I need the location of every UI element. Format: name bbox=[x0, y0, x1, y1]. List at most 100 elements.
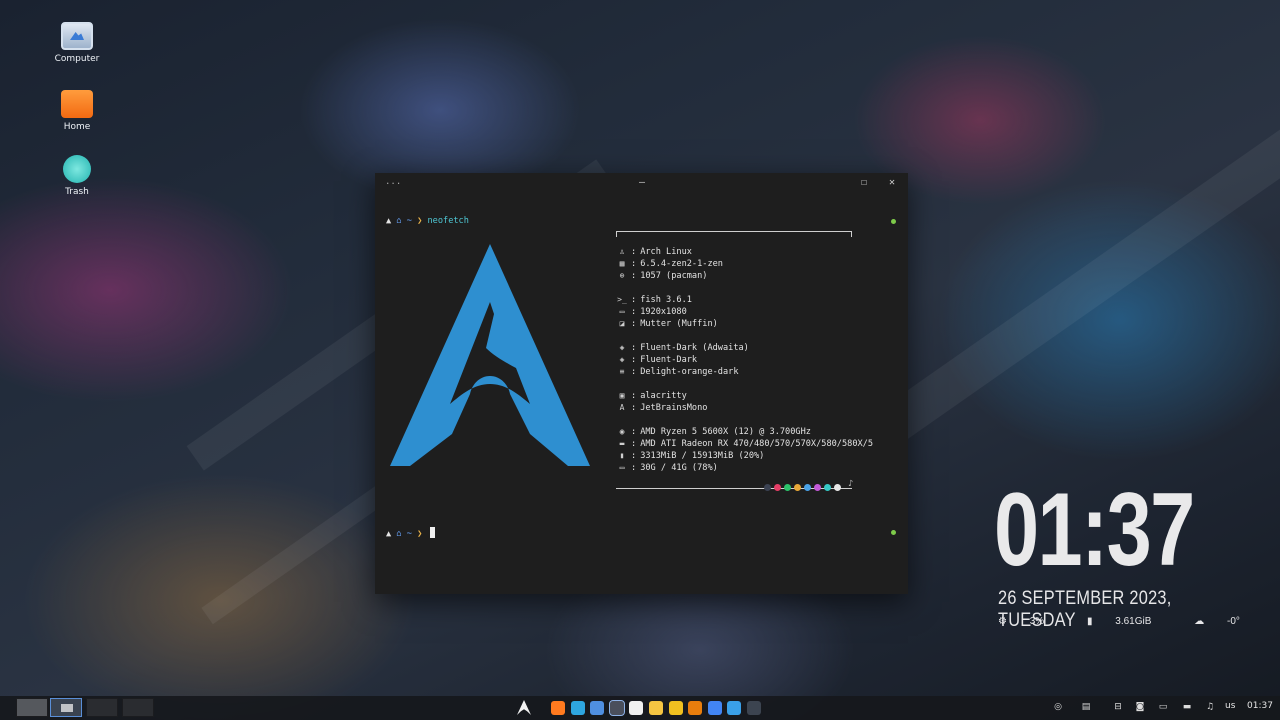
info-value: Arch Linux bbox=[640, 247, 692, 257]
video-player-icon[interactable] bbox=[727, 701, 742, 715]
info-colon: : bbox=[631, 427, 637, 437]
desktop-icon-computer[interactable]: Computer bbox=[42, 22, 112, 64]
arch-menu-icon[interactable] bbox=[517, 700, 531, 715]
display-tray-icon[interactable]: ▬ bbox=[1181, 701, 1193, 713]
home-prompt-icon: ⌂ bbox=[396, 529, 402, 539]
chrome-icon[interactable] bbox=[707, 701, 722, 715]
info-value: AMD ATI Radeon RX 470/480/570/570X/580/5… bbox=[640, 439, 874, 449]
temp-value: -0° bbox=[1226, 616, 1240, 627]
info-value: AMD Ryzen 5 5600X (12) @ 3.700GHz bbox=[640, 427, 811, 437]
info-row: ▭:1920x1080 bbox=[616, 307, 687, 319]
wm-icon: ◪ bbox=[619, 319, 625, 328]
minimize-button[interactable]: – bbox=[635, 177, 649, 188]
info-row: ♙: Arch Linux bbox=[616, 247, 692, 259]
info-value: 3313MiB / 15913MiB (20%) bbox=[640, 451, 765, 461]
gpu-icon: ▬ bbox=[619, 439, 625, 448]
info-colon: : bbox=[631, 295, 637, 305]
maximize-button[interactable]: ☐ bbox=[857, 177, 871, 188]
info-colon: : bbox=[631, 367, 637, 377]
info-row: ◈: Fluent-Dark (Adwaita) bbox=[616, 343, 749, 355]
prompt-line: ▲ ⌂ ~ ❯ neofetch bbox=[386, 216, 469, 226]
info-colon: : bbox=[631, 463, 637, 473]
info-row: ▬: AMD ATI Radeon RX 470/480/570/570X/580… bbox=[616, 439, 873, 451]
info-value: Fluent-Dark bbox=[640, 355, 698, 365]
info-row: ▣: alacritty bbox=[616, 391, 687, 403]
icons-icon: ◈ bbox=[619, 355, 625, 364]
cpu-icon: ⚙ bbox=[998, 616, 1007, 627]
desktop-icon-label: Home bbox=[63, 122, 91, 132]
music-tray-icon[interactable]: ♫ bbox=[1204, 701, 1216, 713]
text-cursor bbox=[429, 527, 435, 538]
arch-prompt-icon: ▲ bbox=[386, 529, 392, 539]
blender-icon[interactable] bbox=[688, 701, 703, 715]
prompt-separator: ❯ bbox=[417, 216, 423, 226]
notion-icon[interactable] bbox=[629, 701, 644, 715]
info-row: ◉: AMD Ryzen 5 5600X (12) @ 3.700GHz bbox=[616, 427, 811, 439]
info-row: ▦:6.5.4-zen2-1-zen bbox=[616, 259, 723, 271]
taskbar-clock[interactable]: 01:37 bbox=[1247, 701, 1273, 711]
info-value: Mutter (Muffin) bbox=[640, 319, 718, 329]
packages-icon: ⊕ bbox=[619, 271, 625, 280]
color-palette: ♪ bbox=[616, 479, 853, 493]
disk-icon: ▭ bbox=[619, 463, 625, 472]
telegram-icon[interactable] bbox=[570, 701, 585, 715]
notes-icon[interactable] bbox=[649, 701, 663, 715]
desktop-icon-trash[interactable]: Trash bbox=[42, 155, 112, 197]
background-streak bbox=[883, 120, 1280, 440]
info-row: A: JetBrainsMono bbox=[616, 403, 708, 415]
info-colon: : bbox=[631, 247, 637, 257]
firefox-icon[interactable] bbox=[551, 701, 565, 715]
workspace-3[interactable] bbox=[86, 698, 118, 717]
weather-icon: ☁ bbox=[1194, 616, 1205, 627]
palette-swatch bbox=[824, 484, 831, 491]
steam-tray-icon[interactable]: ◎ bbox=[1052, 701, 1064, 713]
home-prompt-icon: ⌂ bbox=[396, 216, 402, 226]
info-colon: : bbox=[631, 439, 637, 449]
info-row: ⊕:1057 (pacman) bbox=[616, 271, 708, 283]
palette-swatch bbox=[834, 484, 841, 491]
close-button[interactable]: ✕ bbox=[885, 177, 899, 188]
terminal-icon: ▣ bbox=[619, 391, 625, 400]
camera-tray-icon[interactable]: ◙ bbox=[1134, 701, 1146, 713]
info-value: 30G / 41G (78%) bbox=[640, 463, 718, 473]
ram-value: 3.61GiB bbox=[1115, 616, 1152, 627]
workspace-1[interactable] bbox=[16, 698, 48, 717]
taskbar: ◎ ▤ ⊟ ◙ ▭ ▬ ♫ us 01:37 bbox=[0, 696, 1280, 720]
terminal-titlebar[interactable]: ... – ☐ ✕ bbox=[375, 173, 908, 193]
steam-icon[interactable] bbox=[747, 701, 761, 715]
workspace-2[interactable] bbox=[50, 698, 82, 717]
info-colon: : bbox=[631, 307, 637, 317]
display-icon: ▭ bbox=[619, 307, 625, 316]
prompt-separator: ❯ bbox=[417, 529, 423, 539]
info-row: ≡: Delight-orange-dark bbox=[616, 367, 739, 379]
keyboard-layout[interactable]: us bbox=[1225, 701, 1235, 711]
files-icon[interactable] bbox=[590, 701, 605, 715]
cpu-value: 3% bbox=[1029, 616, 1045, 627]
palette-swatch bbox=[774, 484, 781, 491]
prompt-dir: ~ bbox=[406, 529, 412, 539]
info-value: Fluent-Dark (Adwaita) bbox=[640, 343, 749, 353]
trash-icon bbox=[63, 155, 91, 183]
prompt-line-current[interactable]: ▲ ⌂ ~ ❯ bbox=[386, 527, 435, 539]
info-colon: : bbox=[631, 403, 637, 413]
terminal-window[interactable]: ... – ☐ ✕ ▲ ⌂ ~ ❯ neofetch ♙: Arch Linux ▦… bbox=[375, 173, 908, 594]
arch-icon: ♙ bbox=[619, 247, 625, 256]
info-value: fish 3.6.1 bbox=[640, 295, 692, 305]
battery-tray-icon[interactable]: ▭ bbox=[1157, 701, 1169, 713]
font-icon: A bbox=[619, 403, 625, 412]
info-colon: : bbox=[631, 259, 637, 269]
clipboard-tray-icon[interactable]: ▤ bbox=[1080, 701, 1092, 713]
info-row: ◈: Fluent-Dark bbox=[616, 355, 698, 367]
info-value: 6.5.4-zen2-1-zen bbox=[640, 259, 723, 269]
cursor-theme-icon: ≡ bbox=[619, 367, 625, 376]
cpu-icon: ◉ bbox=[619, 427, 625, 436]
command-text: neofetch bbox=[427, 216, 469, 226]
info-value: 1920x1080 bbox=[640, 307, 687, 317]
emoji-icon[interactable] bbox=[668, 701, 683, 715]
workspace-4[interactable] bbox=[122, 698, 154, 717]
terminal-app-icon[interactable] bbox=[608, 700, 625, 716]
desktop-icon-label: Trash bbox=[65, 187, 89, 197]
memory-icon: ▮ bbox=[1086, 616, 1093, 627]
drive-tray-icon[interactable]: ⊟ bbox=[1112, 701, 1124, 713]
desktop-icon-home[interactable]: Home bbox=[42, 90, 112, 132]
